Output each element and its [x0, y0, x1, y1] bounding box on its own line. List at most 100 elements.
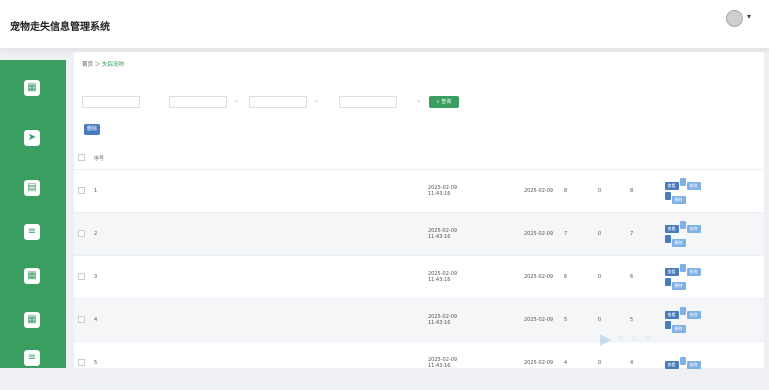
cell	[221, 255, 257, 299]
cell-date: 2025-02-09	[523, 341, 563, 385]
row-checkbox[interactable]	[78, 186, 85, 194]
view-button[interactable]: 查看	[664, 182, 679, 190]
cell-collects: 8	[629, 169, 663, 213]
select-all-checkbox[interactable]	[78, 153, 85, 161]
cell	[291, 255, 327, 299]
row-checkbox[interactable]	[78, 315, 85, 323]
col-header[interactable]	[395, 147, 427, 170]
view-button[interactable]: 查看	[664, 268, 679, 276]
action-button[interactable]	[664, 235, 671, 243]
sidebar-item-6[interactable]: ▦	[0, 304, 66, 348]
sidebar: ▦ ➤ ▤ ≡ ▦ ▦ ≡	[0, 60, 66, 368]
col-header[interactable]	[327, 147, 359, 170]
sidebar-item-1[interactable]: ▦	[0, 72, 66, 116]
breadcrumb-current: 失踪宠物	[102, 62, 125, 68]
col-header[interactable]	[149, 147, 221, 170]
list-icon: ≡	[24, 350, 40, 366]
delete-button[interactable]: 删除	[671, 239, 686, 247]
batch-delete-button[interactable]: 删除	[84, 124, 100, 135]
action-button[interactable]	[679, 221, 686, 229]
view-button[interactable]: 查看	[664, 311, 679, 319]
cell-index: 3	[93, 255, 113, 299]
sidebar-item-3[interactable]: ▤	[0, 172, 66, 216]
row-actions: 查看 修改 删除	[663, 169, 764, 213]
chevron-down-icon: ⌄	[234, 97, 240, 104]
sidebar-item-7[interactable]: ≡	[0, 346, 66, 390]
watermark-logo: ▶ ◦ ◦ ◦	[600, 330, 653, 348]
col-header[interactable]	[427, 147, 461, 170]
cell	[113, 212, 149, 256]
cell	[149, 169, 221, 213]
row-checkbox[interactable]	[78, 358, 85, 366]
col-header[interactable]	[257, 147, 291, 170]
cell-time: 2025-02-09 11:43:16	[427, 341, 461, 385]
sidebar-item-5[interactable]: ▦	[0, 260, 66, 304]
cell	[327, 298, 359, 342]
col-header[interactable]	[461, 147, 489, 170]
cell-index: 2	[93, 212, 113, 256]
filter-select-1[interactable]	[169, 96, 227, 108]
chevron-down-icon: ⌄	[416, 97, 422, 104]
action-button[interactable]	[664, 321, 671, 329]
col-header-index[interactable]: 序号	[93, 147, 113, 170]
action-button[interactable]	[664, 278, 671, 286]
col-header[interactable]	[597, 147, 629, 170]
col-header[interactable]	[221, 147, 257, 170]
user-avatar[interactable]	[726, 10, 743, 27]
filter-input-1[interactable]	[82, 96, 140, 108]
cell	[461, 255, 489, 299]
table-header: 序号	[74, 147, 764, 170]
cell	[489, 212, 523, 256]
action-button[interactable]	[679, 178, 686, 186]
cell	[113, 169, 149, 213]
cell	[291, 341, 327, 385]
cell	[359, 298, 395, 342]
row-checkbox[interactable]	[78, 272, 85, 280]
view-button[interactable]: 查看	[664, 225, 679, 233]
sidebar-item-4[interactable]: ≡	[0, 216, 66, 260]
cell-time: 2025-02-09 11:43:16	[427, 169, 461, 213]
edit-button[interactable]: 修改	[686, 225, 701, 233]
col-header[interactable]	[291, 147, 327, 170]
sidebar-item-2[interactable]: ➤	[0, 122, 66, 166]
col-header[interactable]	[523, 147, 563, 170]
edit-button[interactable]: 修改	[686, 268, 701, 276]
col-header[interactable]	[563, 147, 597, 170]
action-button[interactable]	[679, 357, 686, 365]
filter-select-3[interactable]	[339, 96, 397, 108]
delete-button[interactable]: 删除	[671, 282, 686, 290]
cell	[257, 212, 291, 256]
cell	[149, 255, 221, 299]
breadcrumb-home[interactable]: 首页	[82, 62, 93, 68]
edit-button[interactable]: 修改	[686, 182, 701, 190]
cell	[327, 169, 359, 213]
grid-icon: ▦	[24, 80, 40, 96]
cell-date: 2025-02-09	[523, 298, 563, 342]
cell-clicks: 5	[563, 298, 597, 342]
top-bar: 宠物走失信息管理系统 ▾	[0, 0, 769, 49]
action-button[interactable]	[679, 307, 686, 315]
col-header[interactable]	[629, 147, 663, 170]
search-button[interactable]: ⌕ 查询	[429, 96, 459, 108]
cell	[257, 341, 291, 385]
col-header[interactable]	[113, 147, 149, 170]
cell-collects: 6	[629, 255, 663, 299]
chevron-down-icon: ⌄	[314, 97, 320, 104]
delete-button[interactable]: 删除	[671, 196, 686, 204]
cell-date: 2025-02-09	[523, 255, 563, 299]
action-button[interactable]	[679, 264, 686, 272]
document-icon: ▤	[24, 180, 40, 196]
col-header[interactable]	[359, 147, 395, 170]
row-checkbox[interactable]	[78, 229, 85, 237]
cell-clicks: 8	[563, 169, 597, 213]
list-icon: ≡	[24, 224, 40, 240]
chevron-down-icon[interactable]: ▾	[747, 12, 751, 21]
cell	[395, 169, 427, 213]
cell	[257, 298, 291, 342]
edit-button[interactable]: 修改	[686, 311, 701, 319]
action-button[interactable]	[664, 192, 671, 200]
cell-clicks: 6	[563, 255, 597, 299]
cell	[359, 169, 395, 213]
filter-select-2[interactable]	[249, 96, 307, 108]
col-header[interactable]	[489, 147, 523, 170]
